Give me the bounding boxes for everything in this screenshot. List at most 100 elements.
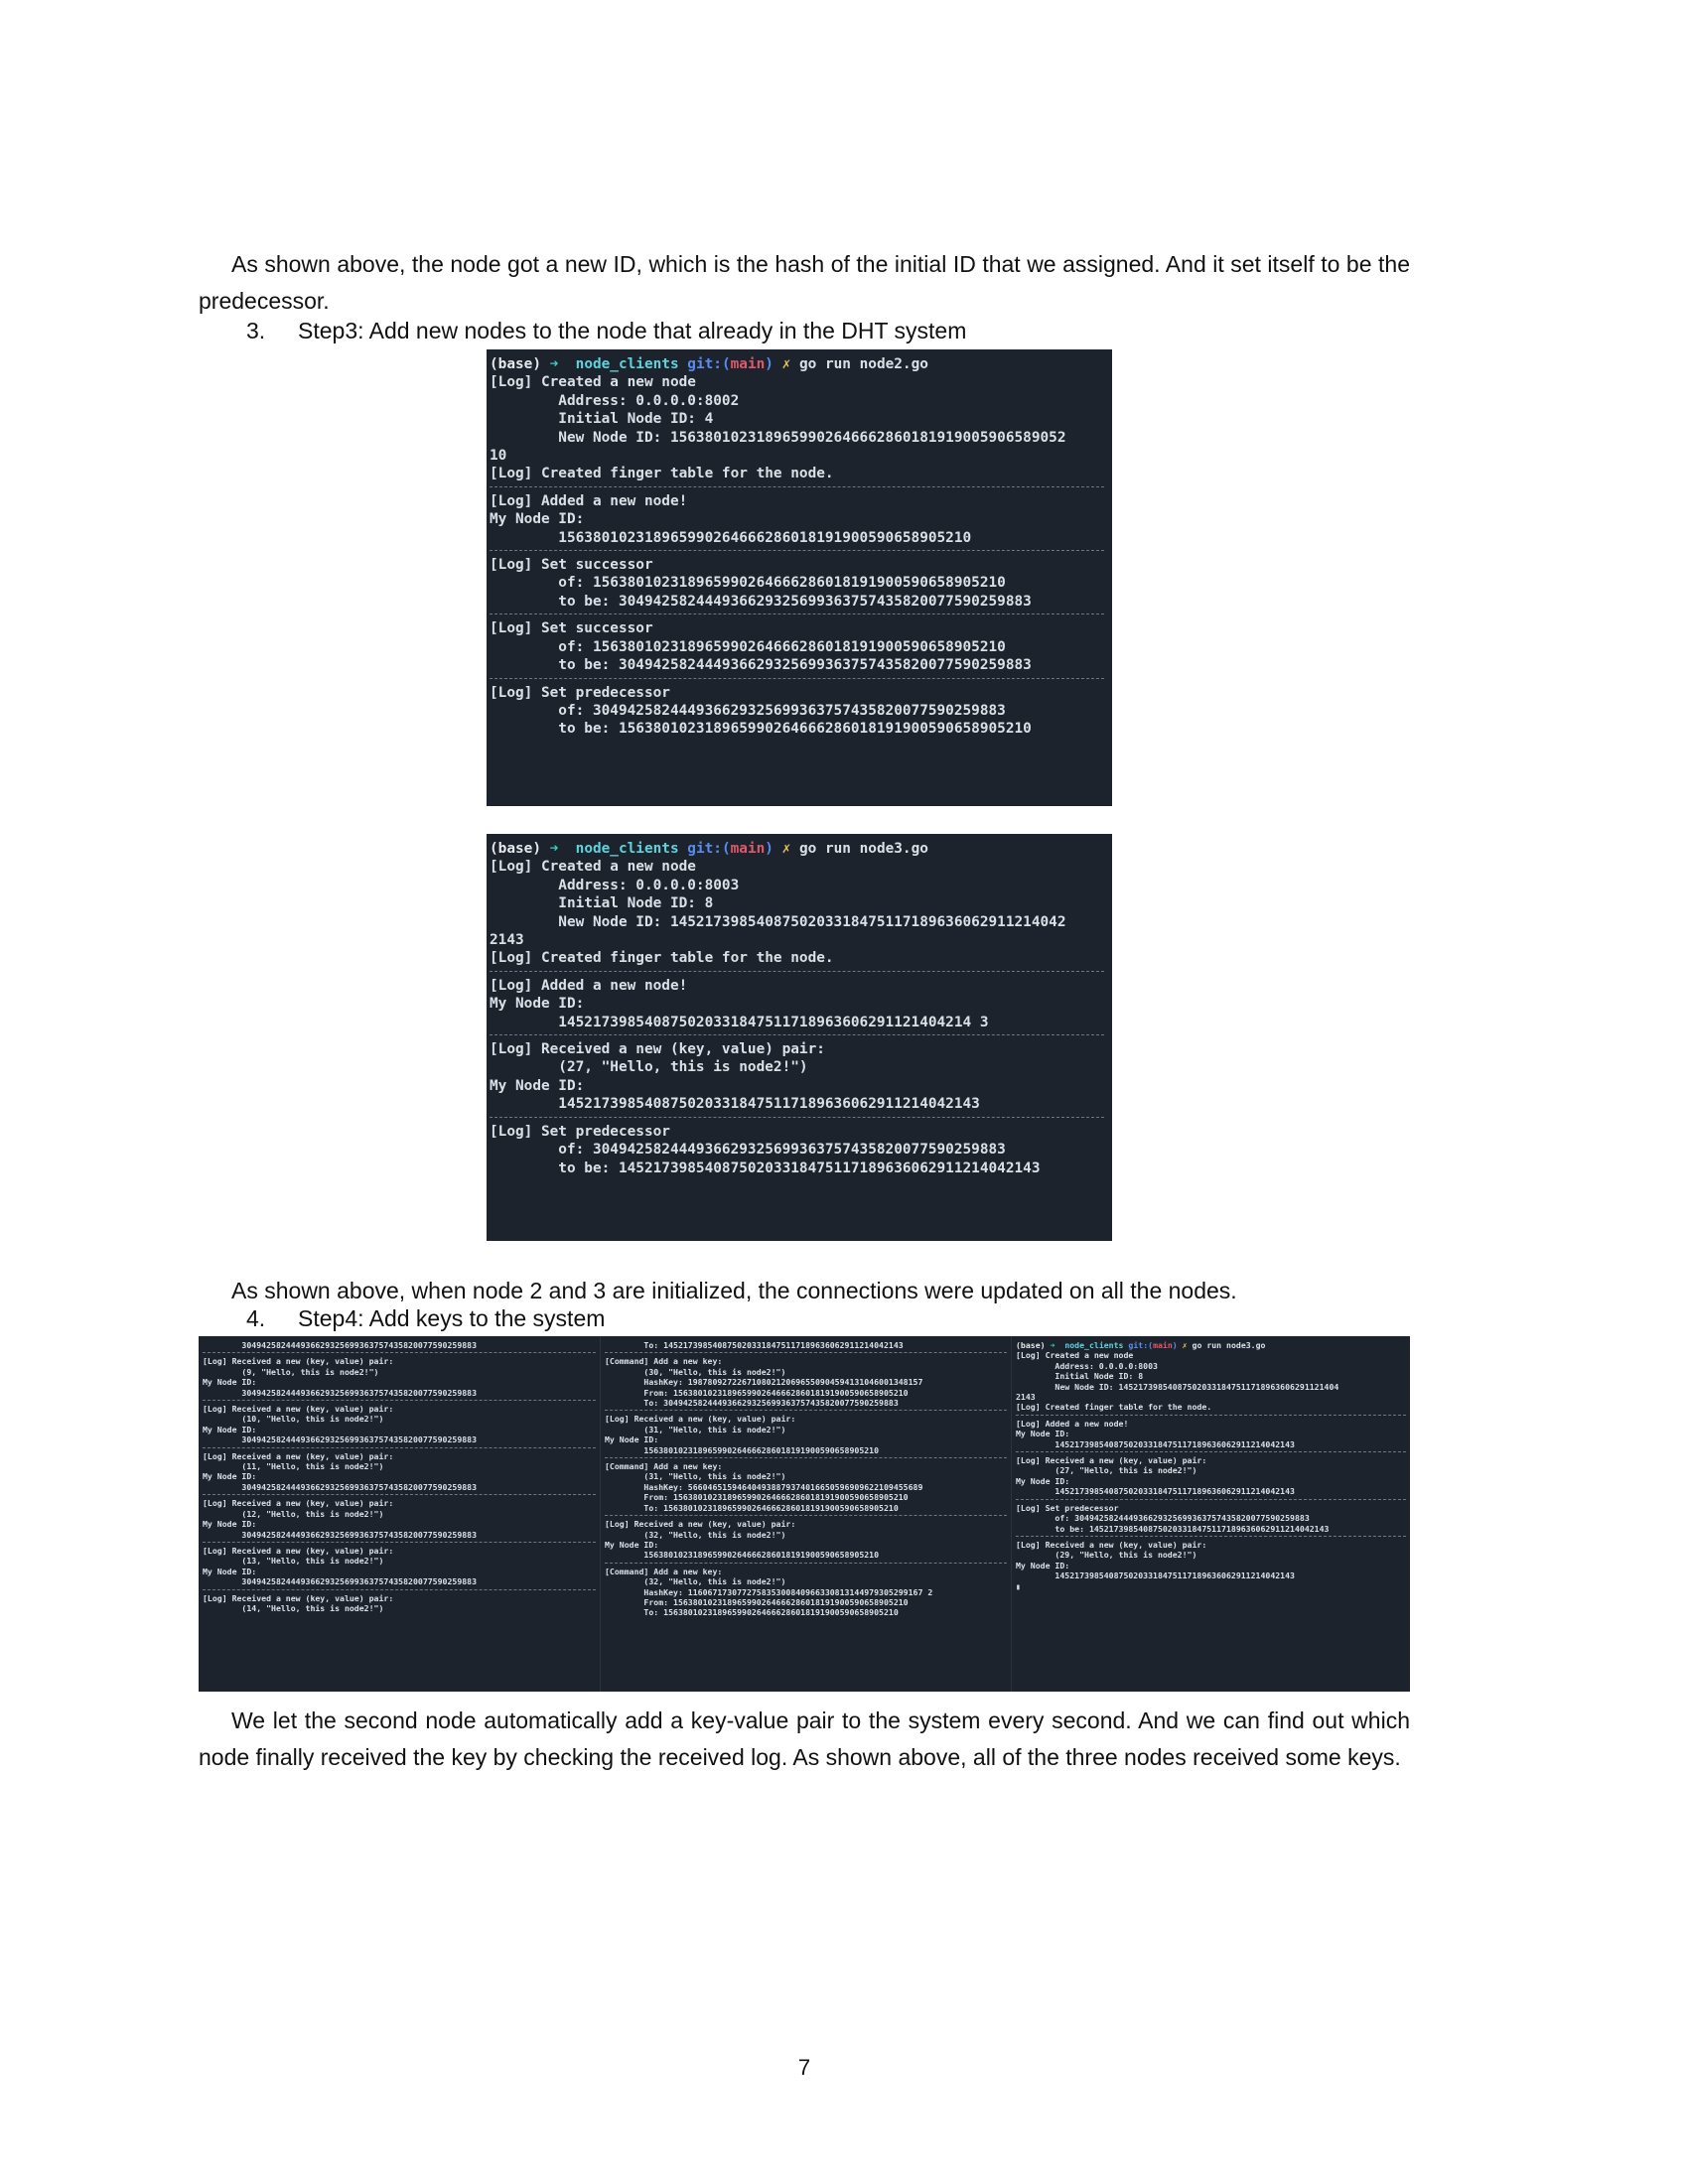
terminal-separator <box>1016 1498 1406 1500</box>
terminal-line: [Log] Received a new (key, value) pair: <box>203 1404 394 1415</box>
terminal-line: My Node ID: <box>203 1377 257 1388</box>
terminal-line: (31, "Hello, this is node2!") <box>605 1471 786 1482</box>
terminal-node3: (base) ➜ node_clients git:(main) ✗ go ru… <box>487 834 1112 1241</box>
terminal-line: HashKey: 1987809272267108021206965509045… <box>605 1377 923 1388</box>
step-3-heading: 3. Step3: Add new nodes to the node that … <box>246 316 966 345</box>
step-4-heading: 4. Step4: Add keys to the system <box>246 1303 605 1333</box>
terminal-line: From: 1563801023189659902646662860181919… <box>605 1596 909 1607</box>
terminal-line: From: 1563801023189659902646662860181919… <box>605 1387 909 1398</box>
terminal-line: of: 304942582444936629325699363757435820… <box>490 702 1006 719</box>
terminal-separator <box>1016 1535 1406 1537</box>
terminal-output: [Log] Created a new node Address: 0.0.0.… <box>490 373 1104 738</box>
terminal-line: (32, "Hello, this is node2!") <box>605 1529 786 1540</box>
terminal-line: Address: 0.0.0.0:8003 <box>1016 1360 1158 1371</box>
terminal-separator <box>203 1541 596 1543</box>
terminal-line: Initial Node ID: 8 <box>490 895 714 912</box>
terminal-line: 2143 <box>490 932 524 949</box>
terminal-line: 1563801023189659902646662860181919005906… <box>605 1550 880 1561</box>
terminal-separator <box>605 1562 1007 1564</box>
terminal-line: My Node ID: <box>203 1471 257 1482</box>
terminal-line: [Log] Received a new (key, value) pair: <box>203 1356 394 1367</box>
terminal-line: 3049425824449366293256993637574358200775… <box>203 1434 478 1445</box>
page-number: 7 <box>797 2055 811 2080</box>
terminal-line: 3049425824449366293256993637574358200775… <box>203 1481 478 1492</box>
terminal-line: My Node ID: <box>490 1077 585 1094</box>
terminal-line: Address: 0.0.0.0:8003 <box>490 877 740 893</box>
terminal-prompt: (base) ➜ node_clients git:(main) ✗ go ru… <box>1016 1340 1266 1350</box>
terminal-line: [Log] Received a new (key, value) pair: <box>203 1545 394 1556</box>
terminal-line: [Log] Received a new (key, value) pair: <box>1016 1455 1207 1466</box>
terminal-line: of: 156380102318965990264666286018191900… <box>490 638 1006 655</box>
terminal-separator <box>1016 1451 1406 1453</box>
terminal-separator <box>203 1446 596 1448</box>
terminal-line: (12, "Hello, this is node2!") <box>203 1508 384 1519</box>
terminal-separator <box>605 1410 1007 1412</box>
terminal-line: HashKey: 5660465159464049388793740166505… <box>605 1481 923 1492</box>
terminal-line: (27, "Hello, this is node2!") <box>490 1059 808 1076</box>
terminal-line: New Node ID: 145217398540875020331847511… <box>490 913 1066 930</box>
terminal-separator <box>490 485 1104 487</box>
terminal-line: of: 156380102318965990264666286018191900… <box>490 575 1006 592</box>
terminal-line: Initial Node ID: 4 <box>490 411 714 428</box>
terminal-line: [Log] Received a new (key, value) pair: <box>605 1414 796 1425</box>
terminal-line: My Node ID: <box>605 1539 659 1550</box>
terminal-separator <box>490 1116 1104 1118</box>
terminal-line: [Log] Received a new (key, value) pair: <box>605 1519 796 1530</box>
paragraph-intro: As shown above, the node got a new ID, w… <box>199 251 1410 314</box>
terminal-line: [Log] Added a new node! <box>490 977 688 994</box>
step-3-text: Step3: Add new nodes to the node that al… <box>298 318 967 343</box>
terminal-line: My Node ID: <box>1016 1475 1070 1486</box>
terminal-line: (31, "Hello, this is node2!") <box>605 1424 786 1434</box>
terminal-line: [Log] Set successor <box>490 620 653 637</box>
terminal-line: 10 <box>490 448 507 465</box>
terminal-line: of: 304942582444936629325699363757435820… <box>1016 1513 1310 1524</box>
terminal-line: (30, "Hello, this is node2!") <box>605 1366 786 1377</box>
terminal-line: 1452173985408750203318475117189636062911… <box>1016 1570 1295 1581</box>
terminal-line: [Log] Added a new node! <box>1016 1418 1129 1429</box>
terminal-line: [Log] Set successor <box>490 557 653 574</box>
terminal-line: My Node ID: <box>490 996 585 1013</box>
terminal-separator <box>203 1588 596 1590</box>
terminal-line: [Log] Set predecessor <box>1016 1502 1119 1513</box>
terminal-line: 1452173985408750203318475117189636062911… <box>1016 1486 1295 1497</box>
terminal-line: (14, "Hello, this is node2!") <box>203 1602 384 1613</box>
terminal-line: [Command] Add a new key: <box>605 1356 723 1367</box>
terminal-line: 1452173985408750203318475117189636062911… <box>490 1014 989 1030</box>
terminal-line: Address: 0.0.0.0:8002 <box>490 392 740 409</box>
terminal-line: (29, "Hello, this is node2!") <box>1016 1550 1197 1561</box>
terminal-line: [Log] Received a new (key, value) pair: <box>490 1041 825 1058</box>
terminal-line: My Node ID: <box>1016 1429 1070 1439</box>
terminal-line: to be: 145217398540875020331847511718963… <box>490 1160 1041 1176</box>
terminal-line: [Log] Created a new node <box>490 859 696 876</box>
terminal-line: [Log] Created a new node <box>1016 1350 1134 1361</box>
terminal-output: To: 145217398540875020331847511718963606… <box>605 1340 1007 1618</box>
terminal-node2-keys: To: 145217398540875020331847511718963606… <box>600 1336 1011 1692</box>
terminal-separator <box>490 677 1104 679</box>
terminal-separator <box>203 1494 596 1496</box>
terminal-line: New Node ID: 156380102318965990264666286… <box>490 429 1066 446</box>
terminal-node2: (base) ➜ node_clients git:(main) ✗ go ru… <box>487 349 1112 806</box>
terminal-line: My Node ID: <box>605 1434 659 1445</box>
terminal-line: to be: 304942582444936629325699363757435… <box>490 593 1032 610</box>
terminal-separator <box>203 1400 596 1402</box>
terminal-line: [Log] Received a new (key, value) pair: <box>203 1498 394 1509</box>
terminal-line: 1452173985408750203318475117189636062911… <box>1016 1438 1295 1449</box>
terminal-line: [Log] Created finger table for the node. <box>490 950 834 967</box>
terminal-line: 3049425824449366293256993637574358200775… <box>203 1529 478 1540</box>
terminal-line: To: 304942582444936629325699363757435820… <box>605 1398 899 1409</box>
terminal-line: (11, "Hello, this is node2!") <box>203 1461 384 1472</box>
terminal-line: [Log] Created finger table for the node. <box>490 466 834 482</box>
terminal-line: 2143 <box>1016 1392 1036 1403</box>
terminal-line: To: 145217398540875020331847511718963606… <box>605 1340 904 1350</box>
terminal-line: to be: 304942582444936629325699363757435… <box>490 657 1032 674</box>
terminal-separator <box>490 1034 1104 1036</box>
terminal-line: 3049425824449366293256993637574358200775… <box>203 1387 478 1398</box>
terminal-line: 1563801023189659902646662860181919005906… <box>490 529 972 546</box>
terminal-separator <box>605 1352 1007 1354</box>
terminal-separator <box>1016 1414 1406 1416</box>
terminal-line: My Node ID: <box>490 511 585 528</box>
terminal-line: Initial Node ID: 8 <box>1016 1371 1144 1382</box>
terminal-line: (27, "Hello, this is node2!") <box>1016 1465 1197 1476</box>
terminal-line: 1452173985408750203318475117189636062911… <box>490 1096 980 1113</box>
terminal-line: ▮ <box>1016 1580 1021 1591</box>
